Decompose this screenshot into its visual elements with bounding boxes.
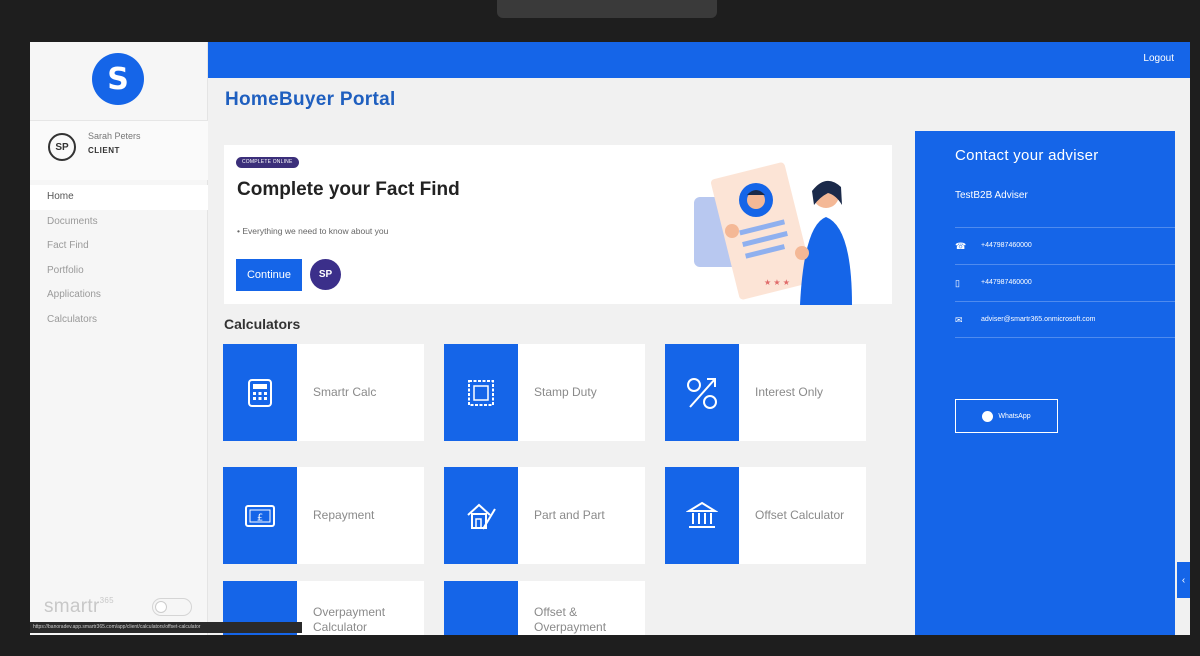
chevron-left-icon: ‹ [1181,574,1186,586]
avatar: SP [48,133,76,161]
tile-icon-bg: £ [223,467,297,564]
tile-label: Offset & Overpayment [534,605,607,634]
status-bar-url: https://banoradev.app.smartr365.com/app/… [30,622,302,633]
calculator-tile-offset-overpayment[interactable]: Offset & Overpayment [444,581,645,635]
toggle-knob [155,601,167,613]
calculator-icon [248,378,272,407]
brand-name: smartr [44,596,100,617]
theme-toggle[interactable] [152,598,192,616]
collapse-panel-button[interactable]: ‹ [1177,562,1190,598]
tile-label: Stamp Duty [534,385,597,399]
sidebar-item-portfolio[interactable]: Portfolio [30,259,208,284]
adviser-title: Contact your adviser [955,147,1099,164]
fact-find-description: • Everything we need to know about you [237,226,389,236]
sidebar-item-fact-find[interactable]: Fact Find [30,234,208,259]
tile-icon-bg [444,467,518,564]
adviser-phone-row[interactable]: ☎ +447987460000 [955,227,1175,264]
banknote-icon: £ [245,504,275,527]
tile-label: Offset Calculator [755,508,845,522]
house-icon [467,503,496,530]
tile-label: Overpayment Calculator [313,605,386,634]
sidebar: S SP Sarah Peters CLIENT Home Documents … [30,42,208,635]
tile-icon-bg [444,344,518,441]
brand-logo: smartr365 [44,596,114,618]
logout-link[interactable]: Logout [1143,53,1174,64]
calculator-tile-smartr-calc[interactable]: Smartr Calc [223,344,424,441]
screen-frame: S SP Sarah Peters CLIENT Home Documents … [0,0,1200,656]
calculator-tile-part-and-part[interactable]: Part and Part [444,467,645,564]
tile-icon-bg [223,344,297,441]
tile-label: Smartr Calc [313,385,377,399]
app-logo[interactable]: S [92,53,144,105]
coin-icon [245,635,275,636]
sidebar-nav: Home Documents Fact Find Portfolio Appli… [30,185,208,332]
tile-label: Repayment [313,508,375,522]
fact-find-card: COMPLETE ONLINE Complete your Fact Find … [224,145,892,305]
user-card: SP Sarah Peters CLIENT [30,120,208,180]
calculator-tile-repayment[interactable]: £ Repayment [223,467,424,564]
user-role: CLIENT [88,146,120,155]
mobile-icon: ▯ [955,278,960,288]
stamp-icon [468,379,494,406]
sidebar-item-documents[interactable]: Documents [30,210,208,235]
whatsapp-button[interactable]: WhatsApp [955,399,1058,433]
calculator-tile-stamp-duty[interactable]: Stamp Duty [444,344,645,441]
adviser-avatar: SP [310,259,341,290]
calculator-tile-offset-calculator[interactable]: Offset Calculator [665,467,866,564]
whatsapp-icon [982,410,994,422]
calculator-tile-interest-only[interactable]: Interest Only [665,344,866,441]
continue-button[interactable]: Continue [236,259,302,291]
brand-sup: 365 [99,596,114,605]
sidebar-item-home[interactable]: Home [30,185,208,210]
bank-icon [686,501,718,528]
camera-notch [497,0,717,18]
whatsapp-label: WhatsApp [998,412,1031,420]
adviser-panel: Contact your adviser TestB2B Adviser ☎ +… [915,131,1175,635]
percent-icon [687,377,717,409]
sidebar-item-calculators[interactable]: Calculators [30,308,208,333]
app-window: S SP Sarah Peters CLIENT Home Documents … [30,42,1190,635]
tile-icon-bg [444,581,518,635]
house-arrow-icon [466,635,496,636]
top-bar: Logout [208,42,1190,78]
tile-icon-bg [665,344,739,441]
adviser-name: TestB2B Adviser [955,190,1028,201]
status-badge: COMPLETE ONLINE [236,157,299,168]
svg-text:£: £ [257,512,263,523]
calculators-heading: Calculators [224,316,301,332]
tile-label: Part and Part [534,508,605,522]
adviser-mobile: +447987460000 [981,279,1032,286]
fact-find-illustration: ★ ★ ★ [694,162,852,305]
adviser-email: adviser@smartr365.onmicrosoft.com [981,316,1096,323]
sidebar-item-applications[interactable]: Applications [30,283,208,308]
fact-find-title: Complete your Fact Find [237,179,460,200]
user-name: Sarah Peters [88,131,141,141]
mail-icon: ✉ [955,315,963,325]
phone-icon: ☎ [955,241,967,251]
adviser-mobile-row[interactable]: ▯ +447987460000 [955,264,1175,301]
tile-label: Interest Only [755,385,824,399]
adviser-phone: +447987460000 [981,242,1032,249]
page-title: HomeBuyer Portal [225,89,396,110]
adviser-email-row[interactable]: ✉ adviser@smartr365.onmicrosoft.com [955,301,1175,338]
svg-text:★ ★ ★: ★ ★ ★ [764,278,790,287]
tile-icon-bg [665,467,739,564]
